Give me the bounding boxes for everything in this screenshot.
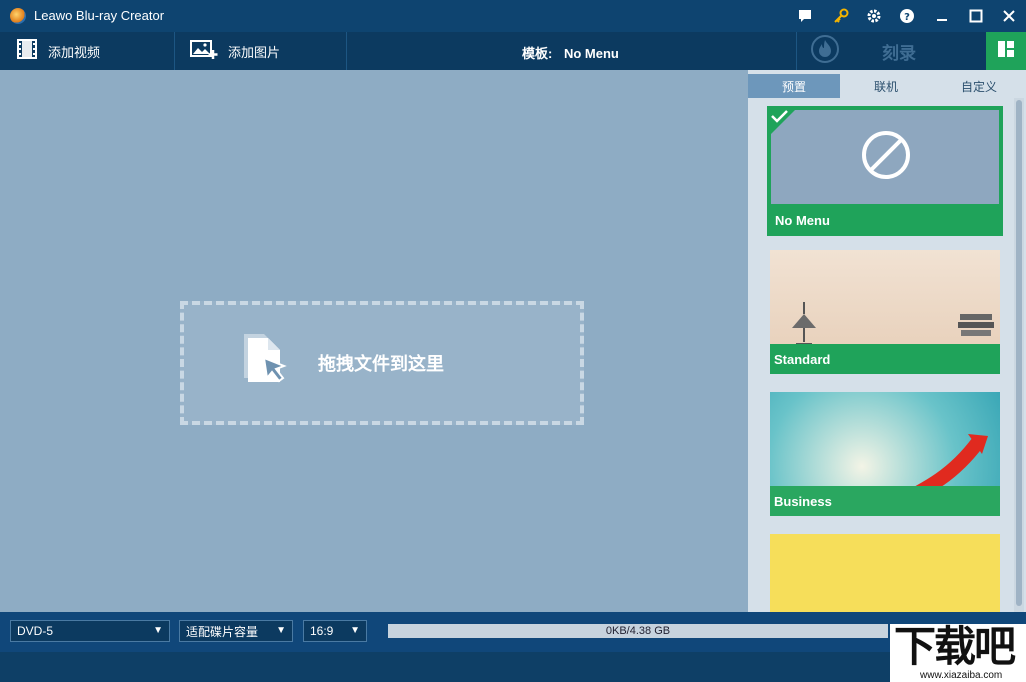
burn-label: 刻录 (882, 43, 916, 63)
template-card-business[interactable]: Business (770, 392, 1000, 516)
books-decoration-icon (956, 312, 996, 347)
disc-type-select[interactable]: DVD-5 ▼ (10, 620, 170, 642)
title-bar: Leawo Blu-ray Creator ? (0, 0, 1026, 32)
add-video-label: 添加视频 (48, 44, 101, 60)
toolbar-divider (174, 32, 175, 70)
app-logo-icon (10, 8, 26, 24)
template-card-standard[interactable]: Standard (770, 250, 1000, 374)
tab-online[interactable]: 联机 (840, 74, 932, 98)
fit-mode-value: 适配碟片容量 (186, 624, 259, 639)
tab-preset[interactable]: 预置 (748, 74, 840, 98)
template-value: No Menu (563, 46, 619, 61)
capacity-bar: 0KB/4.38 GB (388, 624, 888, 638)
status-bar: DVD-5 ▼ 适配碟片容量 ▼ 16:9 ▼ 0KB/4.38 GB (0, 612, 1026, 652)
template-tabs: 预置 联机 自定义 (748, 74, 1026, 98)
template-card-no-menu[interactable]: No Menu (767, 106, 1003, 236)
drop-zone-text: 拖拽文件到这里 (318, 354, 444, 374)
close-icon[interactable] (1001, 8, 1017, 24)
window-title: Leawo Blu-ray Creator (34, 8, 165, 23)
add-photo-button[interactable]: 添加图片 (190, 32, 280, 70)
aspect-ratio-value: 16:9 (310, 624, 334, 638)
capacity-text: 0KB/4.38 GB (605, 625, 671, 637)
bottom-bar (0, 652, 1026, 682)
toolbar-divider (346, 32, 347, 70)
template-scrollbar[interactable] (1014, 98, 1024, 612)
scrollbar-thumb[interactable] (1016, 100, 1022, 606)
selected-check-icon (767, 106, 799, 143)
template-indicator: 模板: No Menu (522, 43, 619, 62)
watermark-url: www.xiazaiba.com (920, 670, 1003, 681)
drag-file-icon (240, 332, 290, 395)
settings-gear-icon[interactable] (866, 8, 882, 24)
template-name: Standard (770, 344, 1000, 374)
main-toolbar: 添加视频 添加图片 模板: No Menu 刻录 (0, 32, 1026, 70)
drop-zone[interactable]: 拖拽文件到这里 (180, 301, 584, 425)
add-photo-label: 添加图片 (228, 44, 281, 60)
add-image-icon (190, 38, 218, 65)
add-video-button[interactable]: 添加视频 (16, 32, 100, 70)
chevron-down-icon: ▼ (276, 625, 286, 636)
fit-mode-select[interactable]: 适配碟片容量 ▼ (179, 620, 293, 642)
site-watermark: 下载吧 www.xiazaiba.com (890, 624, 1026, 682)
tab-custom[interactable]: 自定义 (932, 74, 1026, 98)
burn-flame-icon (810, 34, 840, 69)
help-icon[interactable]: ? (899, 8, 915, 24)
layout-grid-icon (997, 40, 1015, 63)
no-menu-icon (861, 130, 911, 185)
layout-toggle-button[interactable] (986, 32, 1026, 70)
template-name: Business (770, 486, 1000, 516)
register-key-icon[interactable] (833, 8, 849, 24)
watermark-logo: 下载吧 (894, 622, 1016, 671)
film-icon (16, 38, 38, 65)
file-list-area[interactable]: 拖拽文件到这里 (0, 70, 748, 612)
burn-button[interactable]: 刻录 (796, 32, 986, 70)
chevron-down-icon: ▼ (153, 625, 163, 636)
disc-type-value: DVD-5 (17, 624, 54, 638)
svg-text:?: ? (904, 12, 910, 23)
template-panel: 预置 联机 自定义 No Menu Standard Business (748, 70, 1026, 612)
feedback-icon[interactable] (797, 8, 813, 24)
chevron-down-icon: ▼ (350, 625, 360, 636)
aspect-ratio-select[interactable]: 16:9 ▼ (303, 620, 367, 642)
template-name: No Menu (767, 204, 1003, 236)
template-card-yellow[interactable] (770, 534, 1000, 612)
minimize-icon[interactable] (934, 8, 950, 24)
template-list: No Menu Standard Business (748, 98, 1012, 612)
template-prefix: 模板: (522, 46, 553, 61)
maximize-icon[interactable] (968, 8, 984, 24)
